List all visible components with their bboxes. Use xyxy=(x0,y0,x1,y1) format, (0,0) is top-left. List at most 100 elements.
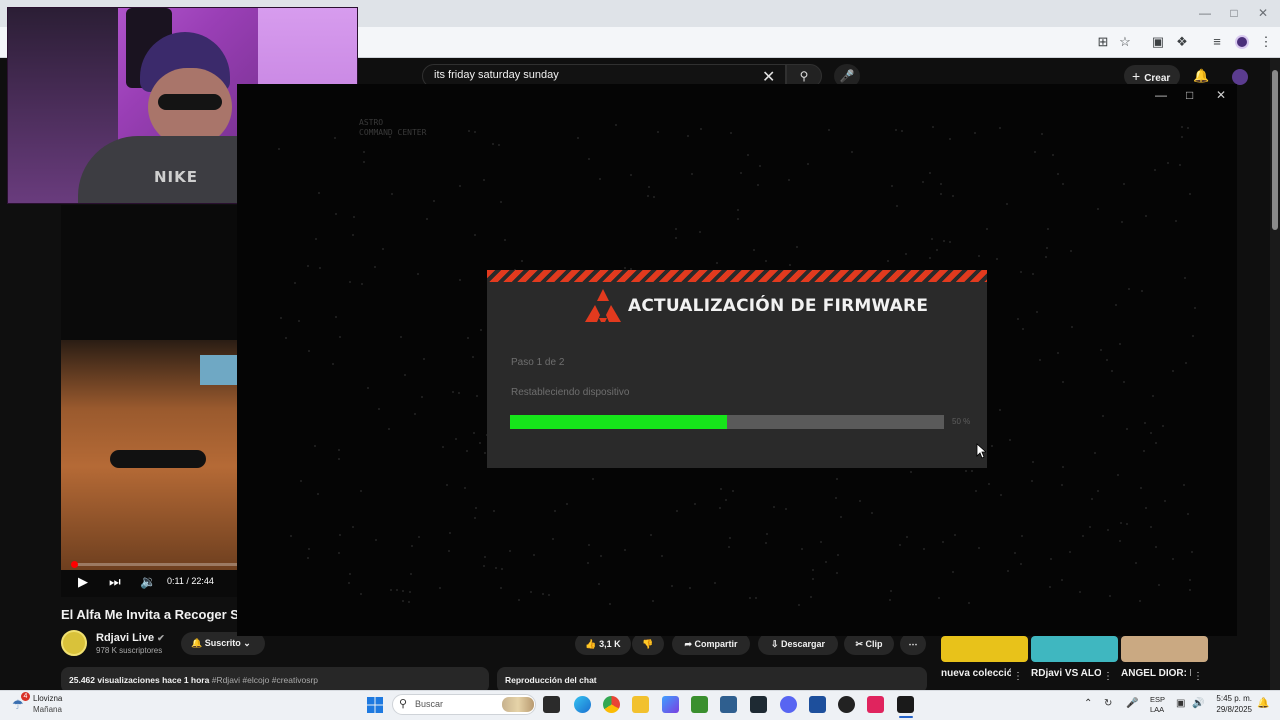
map-dot xyxy=(716,262,718,264)
close-window-icon[interactable]: ✕ xyxy=(1256,6,1270,20)
app-icon[interactable] xyxy=(809,696,826,713)
short-menu-icon[interactable]: ⋮ xyxy=(1013,671,1023,682)
terminal-icon[interactable] xyxy=(750,696,767,713)
map-dot xyxy=(396,589,398,591)
map-dot xyxy=(468,130,470,132)
map-dot xyxy=(408,601,410,603)
warning-stripes xyxy=(487,270,987,282)
notifications-bell-icon[interactable]: 🔔 xyxy=(1193,68,1209,84)
map-dot xyxy=(765,260,767,262)
map-dot xyxy=(498,144,500,146)
bookmark-star-icon[interactable]: ☆ xyxy=(1117,34,1133,50)
video-tags[interactable]: #Rdjavi #elcojo #creativosrp xyxy=(212,675,318,685)
map-dot xyxy=(840,516,842,518)
channel-avatar[interactable] xyxy=(61,630,87,656)
sync-icon[interactable]: ↻ xyxy=(1104,698,1112,709)
weather-condition[interactable]: Llovizna xyxy=(33,694,62,703)
chrome-browser-icon[interactable] xyxy=(603,696,620,713)
speaker-icon[interactable]: 🔊 xyxy=(1192,698,1204,709)
share-icon: ➦ xyxy=(684,639,692,649)
scrollbar-thumb[interactable] xyxy=(1272,70,1278,230)
tiktok-icon[interactable] xyxy=(867,696,884,713)
show-hidden-icons-icon[interactable]: ⌃ xyxy=(1084,698,1092,709)
volume-icon[interactable]: 🔉 xyxy=(140,574,156,590)
puzzle-icon[interactable]: ❖ xyxy=(1174,34,1190,50)
map-dot xyxy=(500,201,502,203)
maximize-window-icon[interactable]: □ xyxy=(1227,6,1241,20)
keyboard-layout[interactable]: LAA xyxy=(1150,705,1164,714)
short-thumbnail-1[interactable] xyxy=(941,636,1028,662)
astro-command-center-taskbar-icon[interactable] xyxy=(897,696,914,713)
play-icon[interactable]: ▶ xyxy=(78,574,88,590)
map-dot xyxy=(1189,579,1191,581)
windows-start-icon[interactable] xyxy=(367,697,383,713)
more-actions-button[interactable]: ⋯ xyxy=(900,633,926,655)
browser-menu-icon[interactable]: ⋮ xyxy=(1258,34,1274,50)
install-app-icon[interactable]: ⊞ xyxy=(1095,34,1111,50)
map-dot xyxy=(404,374,406,376)
short-thumbnail-3[interactable] xyxy=(1121,636,1208,662)
map-dot xyxy=(836,572,838,574)
file-explorer-icon[interactable] xyxy=(632,696,649,713)
short-title-3[interactable]: ANGEL DIOR: El Alfa me xyxy=(1121,667,1191,680)
map-dot xyxy=(1039,359,1041,361)
map-dot xyxy=(1167,162,1169,164)
map-dot xyxy=(1069,551,1071,553)
map-dot xyxy=(999,409,1001,411)
minimize-window-icon[interactable]: — xyxy=(1198,6,1212,20)
map-dot xyxy=(720,488,722,490)
edge-browser-icon[interactable] xyxy=(574,696,591,713)
map-dot xyxy=(367,387,369,389)
clock-date[interactable]: 29/8/2025 xyxy=(1208,705,1252,714)
app-icon[interactable] xyxy=(720,696,737,713)
youtube-account-avatar[interactable] xyxy=(1232,69,1248,85)
map-dot xyxy=(653,196,655,198)
map-dot xyxy=(1150,432,1152,434)
video-progress-knob[interactable] xyxy=(71,561,78,568)
task-view-icon[interactable] xyxy=(543,696,560,713)
obs-studio-icon[interactable] xyxy=(838,696,855,713)
map-dot xyxy=(360,490,362,492)
short-menu-icon[interactable]: ⋮ xyxy=(1193,671,1203,682)
dislike-button[interactable]: 👎 xyxy=(632,633,664,655)
map-dot xyxy=(923,548,925,550)
video-progress-track[interactable] xyxy=(72,563,237,566)
network-icon[interactable]: ▣ xyxy=(1176,698,1185,709)
browser-profile-avatar[interactable] xyxy=(1235,35,1249,49)
map-dot xyxy=(439,587,441,589)
map-dot xyxy=(1094,452,1096,454)
short-thumbnail-2[interactable] xyxy=(1031,636,1118,662)
clip-button[interactable]: ✂ Clip xyxy=(844,633,894,655)
microphone-icon[interactable]: 🎤 xyxy=(1126,698,1138,709)
map-dot xyxy=(1032,461,1034,463)
app-close-icon[interactable]: ✕ xyxy=(1216,88,1226,102)
channel-name[interactable]: Rdjavi Live ✔ xyxy=(96,632,165,644)
map-dot xyxy=(521,260,523,262)
media-control-icon[interactable]: ≡ xyxy=(1209,34,1225,50)
map-dot xyxy=(1120,522,1122,524)
short-title-2[interactable]: RDjavi VS ALOFOKE xyxy=(1031,667,1101,680)
notification-center-icon[interactable]: 🔔 xyxy=(1257,698,1269,709)
app-maximize-icon[interactable]: □ xyxy=(1186,88,1193,102)
share-button[interactable]: ➦ Compartir xyxy=(672,633,750,655)
short-title-1[interactable]: nueva colección d xyxy=(941,667,1011,680)
app-minimize-icon[interactable]: — xyxy=(1155,88,1167,102)
discord-icon[interactable] xyxy=(780,696,797,713)
download-button[interactable]: ⇩ Descargar xyxy=(758,633,838,655)
weather-forecast-day[interactable]: Mañana xyxy=(33,705,62,714)
input-language[interactable]: ESP xyxy=(1150,695,1165,704)
map-dot xyxy=(1126,428,1128,430)
map-dot xyxy=(599,178,601,180)
minecraft-icon[interactable] xyxy=(691,696,708,713)
clock-time[interactable]: 5:45 p. m. xyxy=(1214,694,1252,703)
like-button[interactable]: 👍 3,1 K xyxy=(575,633,631,655)
search-query-text: its friday saturday sunday xyxy=(434,69,559,81)
map-dot xyxy=(652,600,654,602)
short-menu-icon[interactable]: ⋮ xyxy=(1103,671,1113,682)
next-video-icon[interactable]: ⏭ xyxy=(109,574,121,590)
map-dot xyxy=(1140,487,1142,489)
extension-icon[interactable]: ▣ xyxy=(1150,34,1166,50)
copilot-icon[interactable] xyxy=(662,696,679,713)
map-dot xyxy=(390,589,392,591)
map-dot xyxy=(426,218,428,220)
